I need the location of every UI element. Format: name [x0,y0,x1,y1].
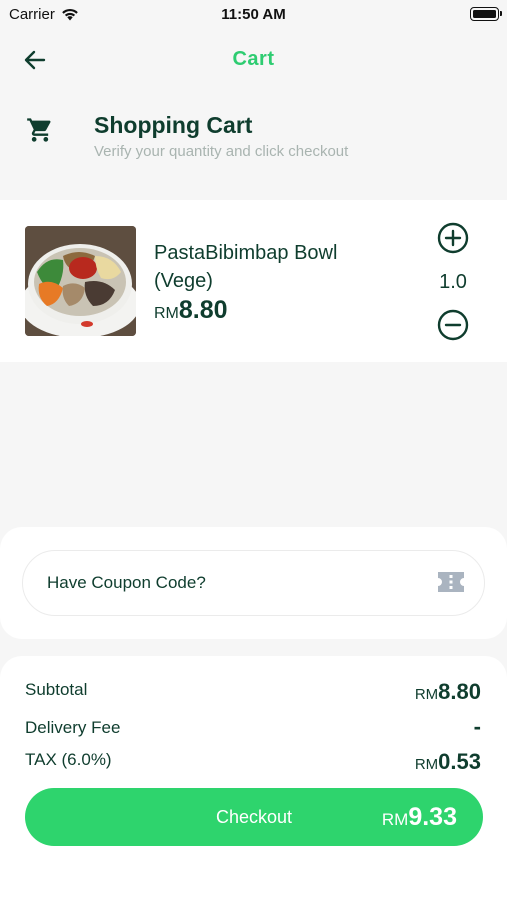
checkout-button[interactable]: Checkout RM9.33 [25,788,483,846]
checkout-total: RM9.33 [382,803,457,832]
coupon-code-field[interactable]: Have Coupon Code? [22,550,485,616]
plus-circle-icon[interactable] [437,222,469,254]
product-name: PastaBibimbap Bowl (Vege) [154,242,338,292]
page-subtitle: Verify your quantity and click checkout [94,143,349,160]
delivery-fee-label: Delivery Fee [25,718,121,737]
delivery-fee-amount: - [473,714,481,739]
coupon-placeholder: Have Coupon Code? [47,573,206,592]
coupon-panel: Have Coupon Code? [0,527,507,639]
status-bar: Carrier 11:50 AM [0,0,507,30]
minus-circle-icon[interactable] [437,309,469,341]
product-price-currency: RM [154,305,179,322]
subtotal-amount: 8.80 [438,679,481,704]
tax-currency: RM [414,756,439,773]
shopping-cart-icon [27,118,51,142]
nav-title: Cart [232,48,275,70]
navigation-bar: Cart [0,30,507,88]
status-time: 11:50 AM [221,6,286,23]
checkout-amount: 9.33 [408,803,457,831]
product-image [25,226,136,336]
quantity-value: 1.0 [439,271,467,293]
tax-amount: 0.53 [438,749,481,774]
delivery-fee-value: - [474,714,481,740]
product-price: RM8.80 [154,296,228,325]
cart-header: Shopping Cart Verify your quantity and c… [0,100,507,180]
checkout-currency: RM [381,810,409,829]
subtotal-label: Subtotal [25,680,88,699]
page-title: Shopping Cart [94,112,253,138]
ticket-icon [438,572,464,592]
tax-value: RM0.53 [415,749,481,775]
battery-icon [470,7,502,21]
subtotal-currency: RM [414,686,439,703]
tax-label: TAX (6.0%) [25,750,112,769]
subtotal-value: RM8.80 [415,679,481,705]
product-price-amount: 8.80 [178,296,228,324]
